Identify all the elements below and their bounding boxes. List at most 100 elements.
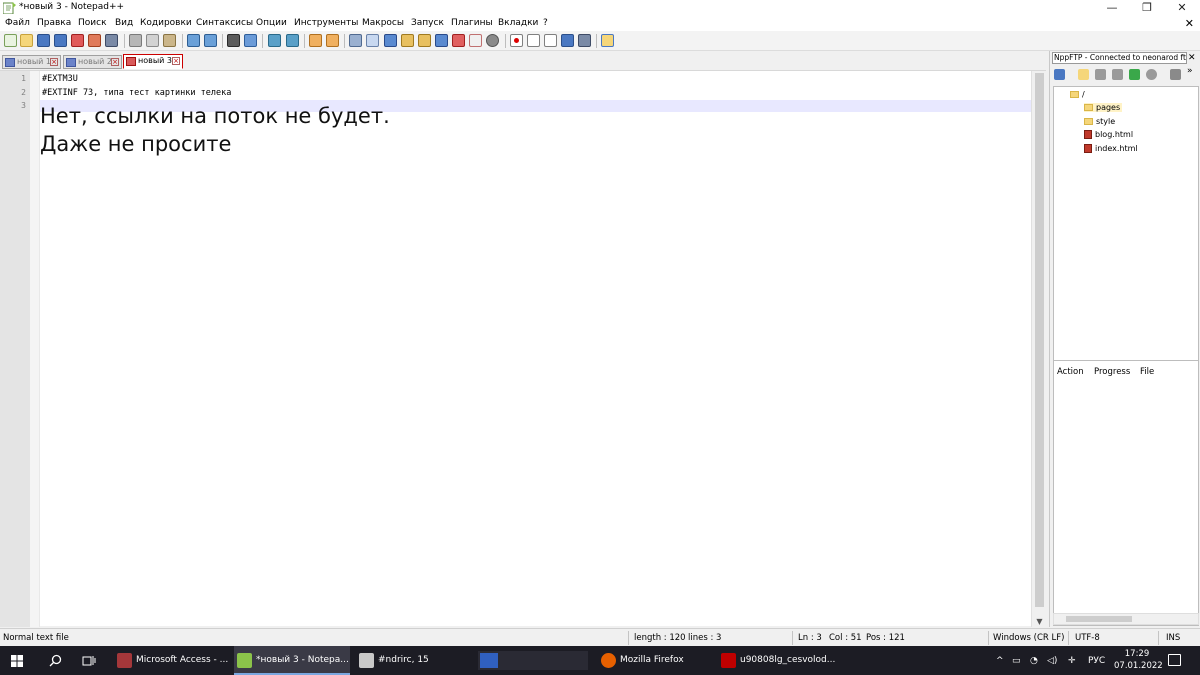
menu-edit[interactable]: Правка	[37, 18, 71, 28]
menu-tools[interactable]: Инструменты	[294, 18, 358, 28]
start-record-icon[interactable]	[510, 34, 523, 47]
tree-item-style[interactable]: style	[1084, 117, 1115, 126]
save-icon[interactable]	[37, 34, 50, 47]
taskbar-item-notepadpp[interactable]: *новый 3 - Notepa...	[234, 646, 350, 675]
close-all-icon[interactable]	[88, 34, 101, 47]
menu-file[interactable]: Файл	[5, 18, 30, 28]
user-language-icon[interactable]	[401, 34, 414, 47]
zoom-in-icon[interactable]	[268, 34, 281, 47]
scroll-down-icon[interactable]: ▼	[1032, 617, 1047, 626]
show-hidden-icons-icon[interactable]: ^	[996, 656, 1004, 666]
redo-icon[interactable]	[204, 34, 217, 47]
upload-icon[interactable]	[1112, 69, 1123, 80]
close-tab-icon[interactable]: ×	[50, 58, 58, 66]
tab-new-2[interactable]: новый 2 ×	[63, 55, 122, 69]
editor-line[interactable]: #EXTINF 73, типа тест картинки телека	[42, 88, 231, 98]
run-macro-multiple-icon[interactable]	[561, 34, 574, 47]
zoom-out-icon[interactable]	[286, 34, 299, 47]
refresh-icon[interactable]	[1129, 69, 1140, 80]
record-macro-icon[interactable]	[486, 34, 499, 47]
menu-macros[interactable]: Макросы	[362, 18, 404, 28]
save-all-icon[interactable]	[54, 34, 67, 47]
nppftp-toggle-icon[interactable]	[601, 34, 614, 47]
minimize-button[interactable]: —	[1095, 0, 1129, 16]
menu-options[interactable]: Опции	[256, 18, 287, 28]
column-action[interactable]: Action	[1057, 367, 1084, 377]
input-language[interactable]: РУС	[1088, 656, 1105, 666]
menu-run[interactable]: Запуск	[411, 18, 444, 28]
notification-center-icon[interactable]	[1168, 654, 1181, 666]
menu-syntax[interactable]: Синтаксисы	[196, 18, 253, 28]
status-insert-mode[interactable]: INS	[1166, 633, 1180, 643]
sync-horizontal-icon[interactable]	[326, 34, 339, 47]
search-icon[interactable]	[49, 654, 62, 670]
folder-workspace-icon[interactable]	[452, 34, 465, 47]
taskbar-item-irc[interactable]: #ndrirc, 15	[356, 646, 470, 675]
editor-line[interactable]: #EXTM3U	[42, 74, 78, 84]
network-icon[interactable]: ◔	[1030, 656, 1038, 666]
menu-encoding[interactable]: Кодировки	[140, 18, 192, 28]
menu-plugins[interactable]: Плагины	[451, 18, 493, 28]
tab-new-1[interactable]: новый 1 ×	[2, 55, 61, 69]
column-file[interactable]: File	[1140, 367, 1154, 377]
tree-item-pages[interactable]: pages	[1084, 103, 1123, 112]
find-icon[interactable]	[227, 34, 240, 47]
taskbar-item-filezilla[interactable]: u90808lg_cesvolod...	[718, 646, 835, 675]
restore-button[interactable]: ❐	[1130, 0, 1164, 16]
stop-record-icon[interactable]	[527, 34, 540, 47]
indent-guide-icon[interactable]	[384, 34, 397, 47]
close-tab-icon[interactable]: ×	[172, 57, 180, 65]
task-view-icon[interactable]	[82, 654, 96, 670]
close-panel-icon[interactable]: ✕	[1188, 53, 1196, 63]
windows-start-icon[interactable]	[11, 655, 23, 667]
function-list-icon[interactable]	[435, 34, 448, 47]
sync-vertical-icon[interactable]	[309, 34, 322, 47]
notification-app-icon[interactable]: ✛	[1068, 656, 1076, 666]
battery-icon[interactable]: ▭	[1012, 656, 1021, 666]
taskbar-thumbnail-image[interactable]	[478, 651, 588, 670]
print-icon[interactable]	[105, 34, 118, 47]
clock[interactable]: 17:29 07.01.2022	[1114, 648, 1163, 672]
new-file-icon[interactable]	[4, 34, 17, 47]
volume-icon[interactable]: ◁)	[1047, 656, 1057, 666]
menu-tabs[interactable]: Вкладки	[498, 18, 538, 28]
horizontal-scrollbar[interactable]	[1053, 613, 1199, 625]
open-file-icon[interactable]	[20, 34, 33, 47]
folder-up-icon[interactable]	[1078, 69, 1089, 80]
close-file-icon[interactable]	[71, 34, 84, 47]
menu-search[interactable]: Поиск	[78, 18, 107, 28]
abort-icon[interactable]	[1146, 69, 1157, 80]
save-macro-icon[interactable]	[578, 34, 591, 47]
tree-root[interactable]: /	[1070, 90, 1085, 99]
scrollbar-thumb[interactable]	[1035, 73, 1044, 607]
connect-icon[interactable]	[1054, 69, 1065, 80]
editor-area[interactable]: 1 2 3 #EXTM3U #EXTINF 73, типа тест карт…	[0, 70, 1046, 627]
taskbar-item-firefox[interactable]: Mozilla Firefox	[598, 646, 712, 675]
settings-gear-icon[interactable]	[1170, 69, 1181, 80]
close-document-icon[interactable]: ✕	[1185, 17, 1194, 30]
status-encoding[interactable]: UTF-8	[1075, 633, 1100, 643]
word-wrap-icon[interactable]	[349, 34, 362, 47]
replace-icon[interactable]	[244, 34, 257, 47]
close-tab-icon[interactable]: ×	[111, 58, 119, 66]
more-chevron-icon[interactable]: »	[1187, 66, 1193, 76]
monitoring-icon[interactable]	[469, 34, 482, 47]
paste-icon[interactable]	[163, 34, 176, 47]
document-map-icon[interactable]	[418, 34, 431, 47]
show-all-chars-icon[interactable]	[366, 34, 379, 47]
column-progress[interactable]: Progress	[1094, 367, 1130, 377]
download-icon[interactable]	[1095, 69, 1106, 80]
play-macro-icon[interactable]	[544, 34, 557, 47]
scrollbar-thumb[interactable]	[1066, 616, 1132, 622]
vertical-scrollbar[interactable]: ▼	[1031, 71, 1046, 627]
copy-icon[interactable]	[146, 34, 159, 47]
tree-item-index-html[interactable]: index.html	[1084, 144, 1138, 153]
menu-help[interactable]: ?	[543, 18, 548, 28]
taskbar-item-access[interactable]: Microsoft Access - ...	[114, 646, 228, 675]
status-eol[interactable]: Windows (CR LF)	[993, 633, 1064, 643]
undo-icon[interactable]	[187, 34, 200, 47]
tree-item-blog-html[interactable]: blog.html	[1084, 130, 1133, 139]
menu-view[interactable]: Вид	[115, 18, 133, 28]
close-window-button[interactable]: ✕	[1165, 0, 1199, 16]
cut-icon[interactable]	[129, 34, 142, 47]
